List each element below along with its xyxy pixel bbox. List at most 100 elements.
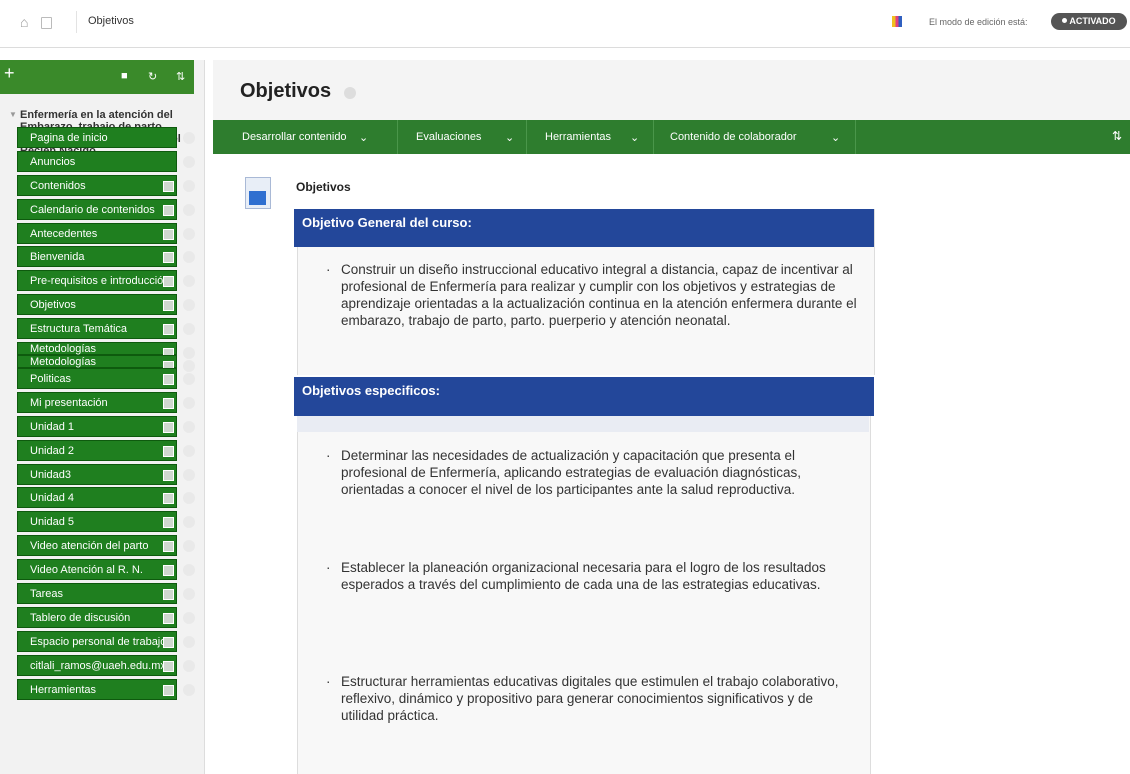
bullet-text: Construir un diseño instruccional educat…: [341, 262, 857, 328]
sidebar-item-label: Calendario de contenidos: [30, 203, 155, 216]
reorder-icon[interactable]: ⇅: [1112, 129, 1122, 143]
menu-desarrollar-contenido[interactable]: Desarrollar contenido: [242, 131, 347, 143]
sidebar-item[interactable]: Bienvenida: [17, 246, 195, 268]
sidebar-item[interactable]: Calendario de contenidos: [17, 198, 195, 220]
item-options-icon[interactable]: [183, 468, 195, 481]
hidden-item-icon: [163, 397, 174, 409]
item-options-icon[interactable]: [183, 373, 195, 386]
options-icon[interactable]: [344, 87, 356, 99]
sidebar-item[interactable]: Politicas: [17, 368, 195, 390]
sidebar-item-label: Tablero de discusión: [30, 611, 131, 624]
hidden-item-icon: [163, 204, 174, 216]
sidebar-item-label: Espacio personal de trabajo: [30, 635, 167, 648]
specific-objective-1: · Determinar las necesidades de actualiza…: [326, 448, 802, 497]
home-icon[interactable]: ⌂: [20, 15, 34, 29]
item-options-icon[interactable]: [183, 588, 195, 601]
sidebar-item-label: Anuncios: [30, 155, 76, 168]
sidebar-item[interactable]: Tablero de discusión: [17, 606, 195, 628]
sidebar-item[interactable]: Unidad 1: [17, 415, 195, 437]
menu-herramientas[interactable]: Herramientas: [545, 131, 611, 143]
hidden-item-icon: [163, 469, 174, 481]
reorder-icon[interactable]: ⇅: [176, 70, 185, 83]
sidebar-item-label: Unidad 1: [30, 420, 75, 433]
item-options-icon[interactable]: [183, 635, 195, 648]
sidebar-item[interactable]: Unidad 5: [17, 511, 195, 533]
page-icon: [41, 17, 52, 29]
sidebar-item[interactable]: Unidad 2: [17, 439, 195, 461]
item-options-icon[interactable]: [183, 611, 195, 624]
item-title[interactable]: Objetivos: [296, 180, 351, 194]
edit-mode-icon: [892, 16, 902, 27]
hidden-item-icon: [163, 300, 174, 312]
edit-mode-toggle[interactable]: ACTIVADO: [1051, 13, 1127, 30]
specific-objectives-header: Objetivos especificos:: [294, 377, 874, 416]
item-options-icon[interactable]: [183, 396, 195, 409]
top-bar: ⌂ Objetivos El modo de edición está: ACT…: [0, 0, 1130, 48]
hidden-item-icon: [163, 517, 174, 529]
sidebar-item[interactable]: Herramientas: [17, 678, 195, 700]
add-menu-item-icon[interactable]: +: [4, 64, 15, 82]
hidden-item-icon: [163, 589, 174, 601]
chevron-down-icon: ⌄: [359, 132, 369, 144]
sidebar-item[interactable]: Video atención del parto: [17, 535, 195, 557]
hidden-item-icon: [163, 180, 174, 192]
folder-icon[interactable]: ■: [121, 70, 128, 82]
sidebar-item[interactable]: Mi presentación: [17, 391, 195, 413]
item-options-icon[interactable]: [183, 132, 195, 144]
divider: [653, 120, 654, 154]
sidebar-item-label: Unidad 4: [30, 492, 75, 505]
sidebar-item[interactable]: Estructura Temática: [17, 318, 195, 340]
hidden-item-icon: [163, 660, 174, 672]
item-options-icon[interactable]: [183, 155, 195, 168]
divider: [76, 11, 77, 33]
sidebar-item-label: citlali_ramos@uaeh.edu.mx: [30, 659, 166, 672]
divider: [526, 120, 527, 154]
item-options-icon[interactable]: [183, 659, 195, 672]
collapse-icon[interactable]: ▼: [9, 110, 17, 119]
course-menu-items: Pagina de inicio Anuncios Contenidos Calend…: [17, 127, 195, 702]
sidebar-item-label: Objetivos: [30, 299, 76, 312]
menu-evaluaciones[interactable]: Evaluaciones: [416, 131, 481, 143]
sidebar-item-label: Pre-requisitos e introducción: [30, 275, 170, 288]
sidebar-item[interactable]: Metodologías: [17, 342, 195, 360]
chevron-down-icon: ⌄: [505, 132, 515, 144]
sidebar-item[interactable]: Espacio personal de trabajo: [17, 630, 195, 652]
hidden-item-icon: [163, 684, 174, 696]
sidebar-item-label: Politicas: [30, 373, 71, 386]
general-objective-header: Objetivo General del curso:: [294, 209, 874, 247]
item-options-icon[interactable]: [183, 420, 195, 433]
item-options-icon[interactable]: [183, 683, 195, 696]
sidebar-item[interactable]: Unidad 4: [17, 487, 195, 509]
item-options-icon[interactable]: [183, 444, 195, 457]
breadcrumb[interactable]: Objetivos: [88, 15, 134, 27]
item-options-icon[interactable]: [183, 347, 195, 360]
item-options-icon[interactable]: [183, 203, 195, 216]
divider: [397, 120, 398, 154]
menu-contenido-colaborador[interactable]: Contenido de colaborador: [670, 131, 797, 143]
sidebar-item[interactable]: Unidad3: [17, 463, 195, 485]
sidebar-item[interactable]: citlali_ramos@uaeh.edu.mx: [17, 654, 195, 676]
sidebar-item[interactable]: Tareas: [17, 583, 195, 605]
chevron-down-icon: ⌄: [630, 132, 640, 144]
edit-mode-label: El modo de edición está:: [929, 17, 1028, 27]
item-options-icon[interactable]: [183, 227, 195, 240]
sidebar-item[interactable]: Antecedentes: [17, 222, 195, 244]
sidebar-item-label: Metodologías: [30, 343, 97, 356]
item-options-icon[interactable]: [183, 360, 195, 373]
sidebar-item-label: Tareas: [30, 588, 64, 601]
sidebar-item[interactable]: Contenidos: [17, 174, 195, 196]
refresh-icon[interactable]: ↻: [148, 70, 157, 83]
hidden-item-icon: [163, 445, 174, 457]
sidebar-item-label: Video atención del parto: [30, 540, 149, 553]
page-title: Objetivos: [240, 80, 332, 102]
item-options-icon[interactable]: [183, 179, 195, 192]
sidebar-item-label: Bienvenida: [30, 251, 85, 264]
divider: [855, 120, 856, 154]
sidebar-item[interactable]: Pre-requisitos e introducción: [17, 270, 195, 292]
toggle-dot-icon: [1062, 18, 1068, 23]
sidebar-item[interactable]: Anuncios: [17, 150, 195, 172]
sidebar-item[interactable]: Pagina de inicio: [17, 127, 195, 148]
sidebar-item[interactable]: Video Atención al R. N.: [17, 559, 195, 581]
sidebar-item[interactable]: Metodologías: [17, 355, 195, 373]
sidebar-item[interactable]: Objetivos: [17, 294, 195, 316]
